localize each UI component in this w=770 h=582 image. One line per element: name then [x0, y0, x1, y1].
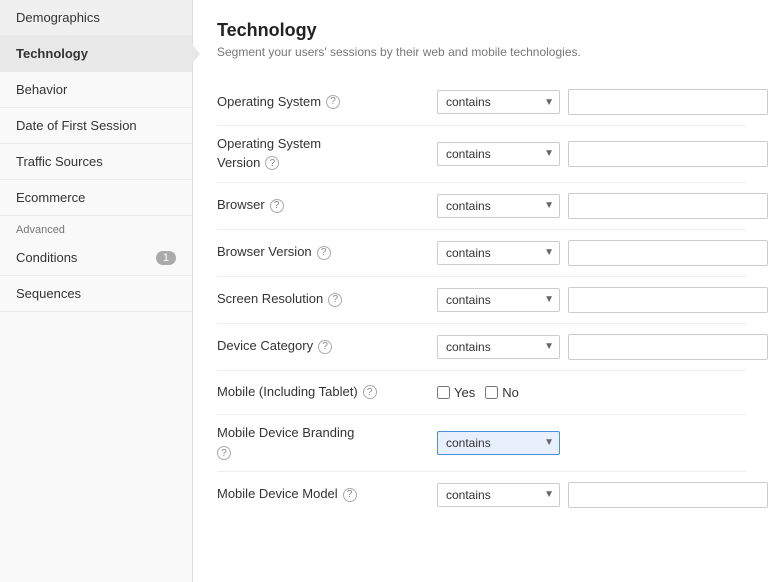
sidebar-label-conditions: Conditions [16, 250, 77, 265]
sidebar-label-sequences: Sequences [16, 286, 81, 301]
device-category-controls: contains does not contain exactly matche… [437, 334, 768, 360]
device-category-label: Device Category ? [217, 338, 437, 355]
browser-version-label: Browser Version ? [217, 244, 437, 261]
browser-version-input[interactable] [568, 240, 768, 266]
device-category-select[interactable]: contains does not contain exactly matche… [437, 335, 560, 359]
mobile-device-branding-help-icon[interactable]: ? [217, 446, 231, 460]
operating-system-version-select[interactable]: contains does not contain exactly matche… [437, 142, 560, 166]
operating-system-version-select-wrapper: contains does not contain exactly matche… [437, 142, 560, 166]
mobile-label: Mobile (Including Tablet) ? [217, 384, 437, 401]
browser-version-help-icon[interactable]: ? [317, 246, 331, 260]
mobile-yes-checkbox[interactable] [437, 386, 450, 399]
field-row-mobile-device-branding: Mobile Device Branding ? contains does n… [217, 415, 746, 472]
sidebar-label-technology: Technology [16, 46, 88, 61]
browser-version-controls: contains does not contain exactly matche… [437, 240, 768, 266]
browser-input[interactable] [568, 193, 768, 219]
browser-select[interactable]: contains does not contain exactly matche… [437, 194, 560, 218]
browser-label: Browser ? [217, 197, 437, 214]
mobile-device-model-select[interactable]: contains does not contain exactly matche… [437, 483, 560, 507]
operating-system-version-help-icon[interactable]: ? [265, 156, 279, 170]
mobile-device-branding-select-wrapper: contains does not contain exactly matche… [437, 431, 560, 455]
sidebar-label-traffic-sources: Traffic Sources [16, 154, 103, 169]
operating-system-label: Operating System ? [217, 94, 437, 111]
mobile-device-branding-select[interactable]: contains does not contain exactly matche… [437, 431, 560, 455]
operating-system-version-label: Operating System Version ? [217, 136, 437, 172]
sidebar-item-technology[interactable]: Technology [0, 36, 192, 72]
sidebar-item-demographics[interactable]: Demographics [0, 0, 192, 36]
sidebar-label-date-of-first-session: Date of First Session [16, 118, 137, 133]
screen-resolution-help-icon[interactable]: ? [328, 293, 342, 307]
field-row-mobile: Mobile (Including Tablet) ? Yes No [217, 371, 746, 415]
sidebar-item-date-of-first-session[interactable]: Date of First Session [0, 108, 192, 144]
field-row-mobile-device-model: Mobile Device Model ? contains does not … [217, 472, 746, 518]
screen-resolution-label: Screen Resolution ? [217, 291, 437, 308]
conditions-badge: 1 [156, 251, 176, 265]
mobile-device-model-label: Mobile Device Model ? [217, 486, 437, 503]
mobile-device-model-controls: contains does not contain exactly matche… [437, 482, 768, 508]
mobile-device-model-input[interactable] [568, 482, 768, 508]
mobile-device-model-select-wrapper: contains does not contain exactly matche… [437, 483, 560, 507]
mobile-help-icon[interactable]: ? [363, 385, 377, 399]
sidebar-item-ecommerce[interactable]: Ecommerce [0, 180, 192, 216]
field-row-browser-version: Browser Version ? contains does not cont… [217, 230, 746, 277]
mobile-no-checkbox[interactable] [485, 386, 498, 399]
field-row-operating-system: Operating System ? contains does not con… [217, 79, 746, 126]
mobile-controls: Yes No [437, 385, 746, 400]
screen-resolution-input[interactable] [568, 287, 768, 313]
page-title: Technology [217, 20, 746, 41]
sidebar-item-behavior[interactable]: Behavior [0, 72, 192, 108]
sidebar-label-behavior: Behavior [16, 82, 67, 97]
screen-resolution-controls: contains does not contain exactly matche… [437, 287, 768, 313]
operating-system-version-input[interactable] [568, 141, 768, 167]
operating-system-select-wrapper: contains does not contain exactly matche… [437, 90, 560, 114]
operating-system-select[interactable]: contains does not contain exactly matche… [437, 90, 560, 114]
sidebar-label-ecommerce: Ecommerce [16, 190, 85, 205]
mobile-no-label[interactable]: No [485, 385, 519, 400]
mobile-checkbox-group: Yes No [437, 385, 519, 400]
operating-system-input[interactable] [568, 89, 768, 115]
screen-resolution-select-wrapper: contains does not contain exactly matche… [437, 288, 560, 312]
operating-system-controls: contains does not contain exactly matche… [437, 89, 768, 115]
sidebar: Demographics Technology Behavior Date of… [0, 0, 193, 582]
sidebar-item-conditions[interactable]: Conditions 1 [0, 240, 192, 276]
main-content: Technology Segment your users' sessions … [193, 0, 770, 582]
screen-resolution-select[interactable]: contains does not contain exactly matche… [437, 288, 560, 312]
field-row-device-category: Device Category ? contains does not cont… [217, 324, 746, 371]
mobile-device-branding-label: Mobile Device Branding ? [217, 425, 437, 461]
device-category-select-wrapper: contains does not contain exactly matche… [437, 335, 560, 359]
sidebar-item-traffic-sources[interactable]: Traffic Sources [0, 144, 192, 180]
advanced-section-label: Advanced [0, 216, 192, 240]
sidebar-item-sequences[interactable]: Sequences [0, 276, 192, 312]
sidebar-label-demographics: Demographics [16, 10, 100, 25]
page-subtitle: Segment your users' sessions by their we… [217, 45, 746, 59]
field-row-screen-resolution: Screen Resolution ? contains does not co… [217, 277, 746, 324]
mobile-device-branding-controls: contains does not contain exactly matche… [437, 431, 746, 455]
browser-select-wrapper: contains does not contain exactly matche… [437, 194, 560, 218]
browser-controls: contains does not contain exactly matche… [437, 193, 768, 219]
device-category-help-icon[interactable]: ? [318, 340, 332, 354]
browser-version-select[interactable]: contains does not contain exactly matche… [437, 241, 560, 265]
mobile-yes-label[interactable]: Yes [437, 385, 475, 400]
browser-help-icon[interactable]: ? [270, 199, 284, 213]
operating-system-version-controls: contains does not contain exactly matche… [437, 141, 768, 167]
browser-version-select-wrapper: contains does not contain exactly matche… [437, 241, 560, 265]
mobile-device-model-help-icon[interactable]: ? [343, 488, 357, 502]
field-row-browser: Browser ? contains does not contain exac… [217, 183, 746, 230]
operating-system-help-icon[interactable]: ? [326, 95, 340, 109]
field-row-operating-system-version: Operating System Version ? contains does… [217, 126, 746, 183]
device-category-input[interactable] [568, 334, 768, 360]
